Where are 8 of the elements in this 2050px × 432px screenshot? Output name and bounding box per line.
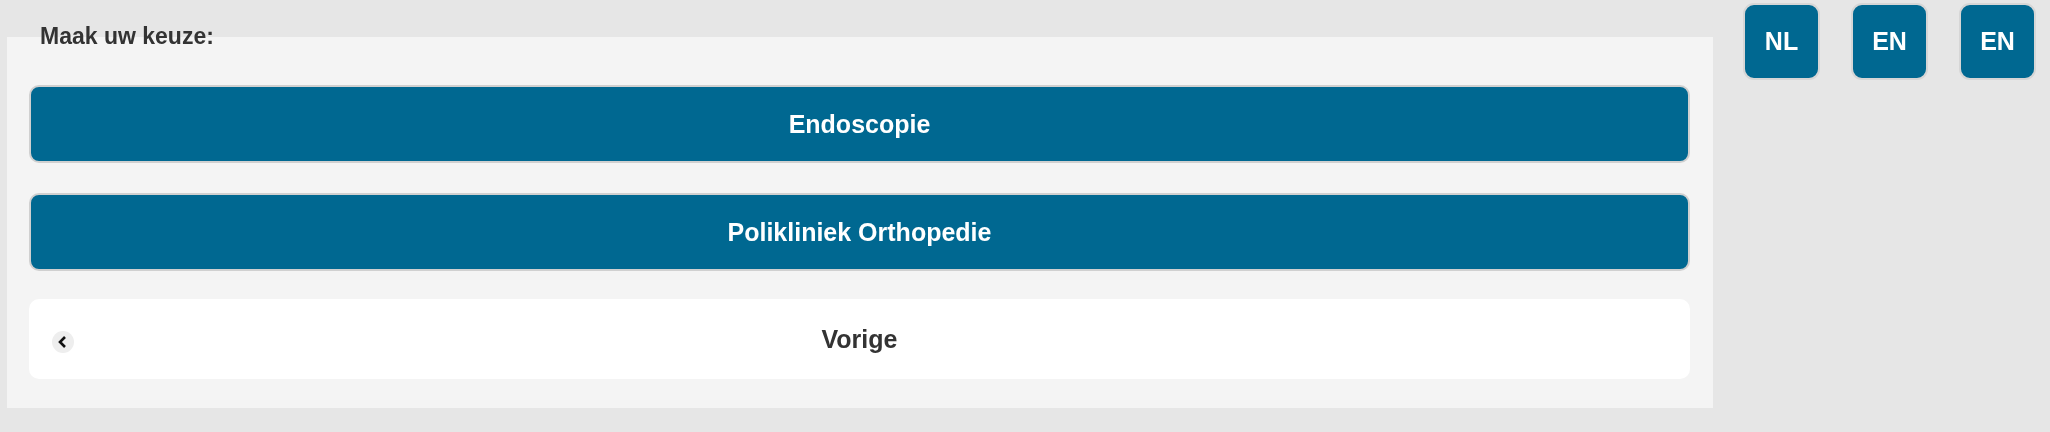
back-button[interactable]: Vorige — [29, 299, 1690, 379]
prompt-title: Maak uw keuze: — [40, 23, 214, 49]
language-button[interactable]: NL — [1743, 3, 1820, 80]
language-button[interactable]: EN — [1959, 3, 2036, 80]
language-button[interactable]: EN — [1851, 3, 1928, 80]
back-chevron-icon — [52, 331, 74, 353]
choice-button[interactable]: Endoscopie — [29, 85, 1690, 163]
choice-button[interactable]: Polikliniek Orthopedie — [29, 193, 1690, 271]
